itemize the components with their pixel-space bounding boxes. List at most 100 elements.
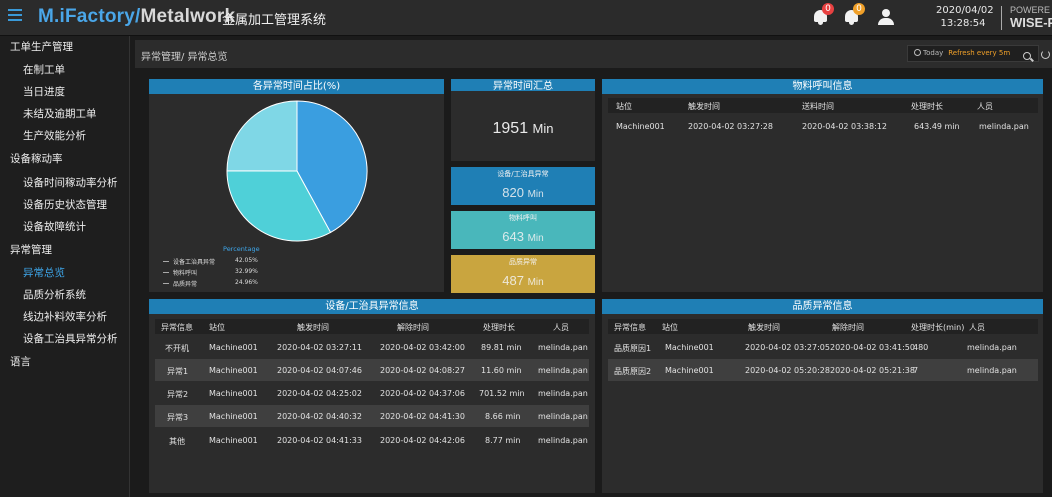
summary-total-value: 1951 [492, 120, 529, 137]
sidebar-item-time-utilization[interactable]: 设备时间稼动率分析 [23, 175, 118, 190]
column-header: 站位 [616, 102, 632, 111]
summary-total: 1951 Min [451, 91, 595, 161]
refresh-icon[interactable] [1041, 50, 1050, 59]
search-icon[interactable] [1023, 52, 1031, 60]
cell-release-time: 2020-04-02 04:41:30 [380, 412, 465, 421]
equipment-exception-panel: 设备/工治具异常信息 异常信息 站位 触发时间 解除时间 处理时长 人员 不开机… [149, 299, 595, 493]
equipment-exception-title: 设备/工治具异常信息 [149, 299, 595, 314]
cell-release-time: 2020-04-02 04:08:27 [380, 366, 465, 375]
sidebar-item-production-efficiency[interactable]: 生产效能分析 [23, 128, 86, 143]
cell-release-time: 2020-04-02 03:42:00 [380, 343, 465, 352]
table-row[interactable]: 异常2 Machine001 2020-04-02 04:25:02 2020-… [155, 382, 589, 404]
cell-exception: 品质原因1 [614, 344, 652, 353]
table-row[interactable]: 品质原因1 Machine001 2020-04-02 03:27:05 202… [608, 336, 1038, 358]
user-icon[interactable] [877, 8, 895, 26]
sidebar-item-quality-analysis[interactable]: 品质分析系统 [23, 287, 86, 302]
sidebar-item-failure-stats[interactable]: 设备故障统计 [23, 219, 86, 234]
cell-delivery-time: 2020-04-02 03:38:12 [802, 122, 887, 131]
table-row[interactable]: 不开机 Machine001 2020-04-02 03:27:11 2020-… [155, 336, 589, 358]
cell-person: melinda.pan [538, 389, 588, 398]
sidebar-item-wip-orders[interactable]: 在制工单 [23, 62, 65, 77]
column-header: 处理时长 [483, 323, 515, 332]
legend-percent: 32.99% [235, 268, 258, 275]
cell-person: melinda.pan [979, 122, 1029, 131]
alarm-badge: 0 [822, 3, 834, 15]
column-header: 人员 [553, 323, 569, 332]
table-row[interactable]: 异常1 Machine001 2020-04-02 04:07:46 2020-… [155, 359, 589, 381]
column-header: 触发时间 [688, 102, 720, 111]
cell-trigger-time: 2020-04-02 03:27:05 [745, 343, 830, 352]
cell-duration: 480 [913, 343, 929, 352]
column-header: 解除时间 [832, 323, 864, 332]
summary-box-label: 物料呼叫 [509, 214, 537, 222]
cell-person: melinda.pan [538, 343, 588, 352]
quality-table-header: 异常信息 站位 触发时间 解除时间 处理时长(min) 人员 [608, 319, 1038, 334]
cell-station: Machine001 [209, 436, 258, 445]
top-header: M.iFactory/Metalwork 金属加工管理系统 0 0 2020/0… [0, 0, 1052, 36]
sidebar-item-overdue-orders[interactable]: 未结及逾期工单 [23, 106, 97, 121]
cell-station: Machine001 [209, 343, 258, 352]
cell-trigger-time: 2020-04-02 03:27:11 [277, 343, 362, 352]
column-header: 触发时间 [748, 323, 780, 332]
legend-row: 设备工治具异常 42.05% [163, 257, 263, 267]
cell-station: Machine001 [665, 366, 714, 375]
sidebar-group-utilization[interactable]: 设备稼动率 [10, 151, 63, 166]
cell-trigger-time: 2020-04-02 04:41:33 [277, 436, 362, 445]
cell-exception: 品质原因2 [614, 367, 652, 376]
column-header: 异常信息 [614, 323, 646, 332]
legend-name: 设备工治具异常 [173, 259, 216, 266]
cell-duration: 89.81 min [481, 343, 522, 352]
column-header: 触发时间 [297, 323, 329, 332]
powered-by-logo: POWERE WISE-P [1010, 5, 1052, 30]
hamburger-menu-icon[interactable] [8, 9, 22, 23]
sidebar-group-work-order[interactable]: 工单生产管理 [10, 39, 73, 54]
summary-total-unit: Min [532, 121, 554, 136]
legend-marker [163, 261, 169, 262]
table-row[interactable]: 异常3 Machine001 2020-04-02 04:40:32 2020-… [155, 405, 589, 427]
legend-name: 物料呼叫 [173, 270, 198, 277]
sidebar-item-history-status[interactable]: 设备历史状态管理 [23, 197, 107, 212]
sidebar-item-exception-overview[interactable]: 异常总览 [23, 265, 65, 280]
today-label: Today [923, 49, 944, 57]
table-row[interactable]: Machine001 2020-04-02 03:27:28 2020-04-0… [608, 115, 1038, 137]
column-header: 处理时长 [911, 102, 943, 111]
table-row[interactable]: 品质原因2 Machine001 2020-04-02 05:20:28 202… [608, 359, 1038, 381]
breadcrumb-bar: 异常管理/ 异常总览 Today Refresh every 5m [135, 40, 1052, 68]
summary-box-value: 487 [502, 273, 524, 288]
cell-station: Machine001 [616, 122, 665, 131]
summary-box-unit: Min [527, 233, 544, 244]
cell-exception: 不开机 [165, 344, 189, 353]
sidebar-item-daily-progress[interactable]: 当日进度 [23, 84, 65, 99]
notification-bell-icon[interactable]: 0 [843, 3, 865, 26]
summary-box-quality: 品质异常 487 Min [451, 255, 595, 293]
quality-exception-panel: 品质异常信息 异常信息 站位 触发时间 解除时间 处理时长(min) 人员 品质… [602, 299, 1043, 493]
legend-title: Percentage [223, 245, 260, 253]
cell-duration: 11.60 min [481, 366, 522, 375]
sidebar-group-exception[interactable]: 异常管理 [10, 242, 52, 257]
sidebar-item-fixture-exception[interactable]: 设备工治具异常分析 [23, 331, 118, 346]
breadcrumb: 异常管理/ 异常总览 [141, 52, 228, 63]
brand-logo: M.iFactory/Metalwork [38, 6, 236, 27]
cell-person: melinda.pan [967, 366, 1017, 375]
sidebar-item-line-replenish[interactable]: 线边补料效率分析 [23, 309, 107, 324]
cell-release-time: 2020-04-02 04:37:06 [380, 389, 465, 398]
alarm-bell-icon[interactable]: 0 [812, 3, 834, 26]
column-header: 人员 [977, 102, 993, 111]
notification-badge: 0 [853, 3, 865, 15]
summary-box-unit: Min [527, 277, 544, 288]
cell-station: Machine001 [209, 389, 258, 398]
cell-trigger-time: 2020-04-02 04:07:46 [277, 366, 362, 375]
cell-station: Machine001 [209, 366, 258, 375]
refresh-status[interactable]: Today Refresh every 5m [907, 45, 1039, 62]
pie-slice-3[interactable] [226, 100, 298, 172]
column-header: 处理时长(min) [911, 323, 965, 332]
column-header: 站位 [209, 323, 225, 332]
summary-box-material: 物料呼叫 643 Min [451, 211, 595, 249]
column-header: 人员 [969, 323, 985, 332]
sidebar-group-language[interactable]: 语言 [10, 354, 31, 369]
cell-duration: 8.77 min [485, 436, 521, 445]
legend-marker [163, 283, 169, 284]
summary-box-value: 643 [502, 229, 524, 244]
table-row[interactable]: 其他 Machine001 2020-04-02 04:41:33 2020-0… [155, 429, 589, 451]
pie-panel-title: 各异常时间占比(%) [149, 79, 444, 94]
